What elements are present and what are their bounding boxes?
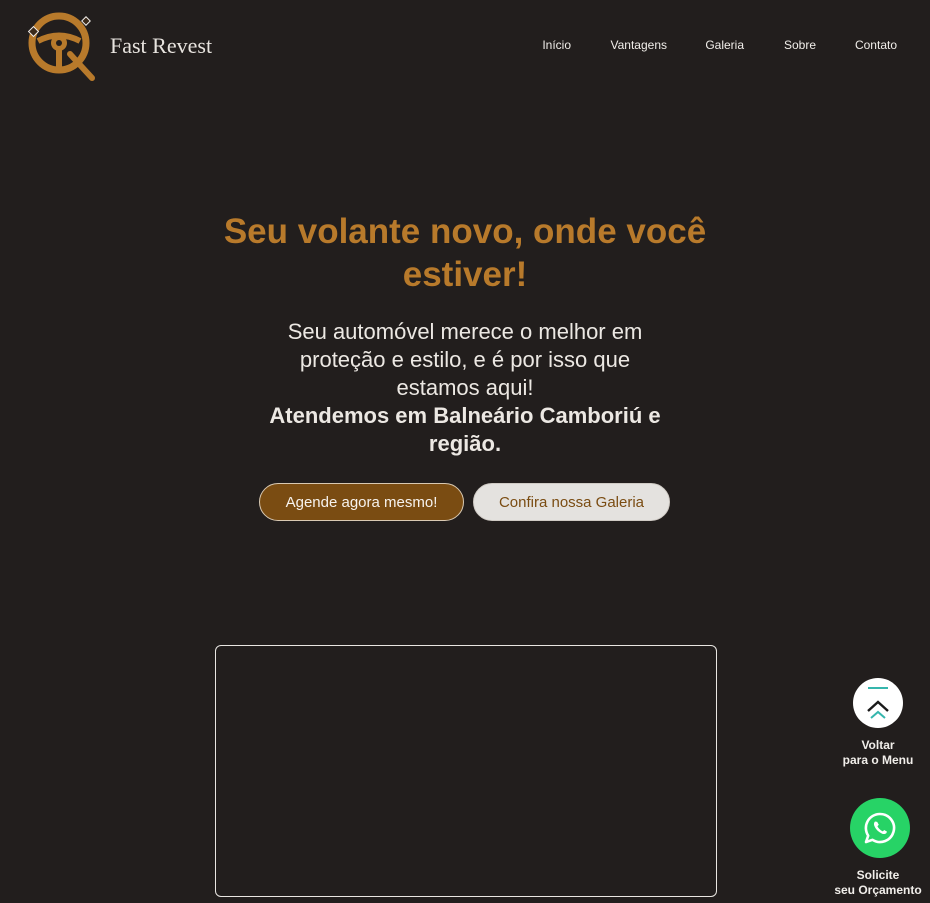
whatsapp-quote-button[interactable] [850,798,910,858]
service-area-text: Atendemos em Balneário Camboriú e região… [235,402,695,458]
hero-title: Seu volante novo, onde você estiver! [165,210,765,296]
page: Fast Revest Início Vantagens Galeria Sob… [0,0,930,903]
nav-link-inicio[interactable]: Início [542,38,571,52]
nav-link-vantagens[interactable]: Vantagens [611,38,668,52]
whatsapp-label-line: Solicite [856,868,900,882]
hero-title-line: Seu volante novo, onde você [223,212,707,251]
whatsapp-icon [864,812,896,844]
hero-subtitle: Seu automóvel merece o melhor em proteçã… [225,318,705,458]
whatsapp-quote-label: Solicite seu Orçamento [822,868,930,898]
hero-subtitle-line: estamos aqui! [396,375,534,400]
hero-subtitle-line: proteção e estilo, e é por isso que [299,347,631,372]
whatsapp-label-line: seu Orçamento [834,883,922,897]
nav-link-contato[interactable]: Contato [855,38,897,52]
back-to-menu-label-line: para o Menu [842,753,914,767]
steering-wheel-logo-icon [27,12,95,81]
brand-name: Fast Revest [110,33,213,58]
view-gallery-button[interactable]: Confira nossa Galeria [473,483,670,521]
back-to-menu-label: Voltar para o Menu [827,738,929,768]
schedule-now-button[interactable]: Agende agora mesmo! [259,483,464,521]
service-area-line: região. [428,431,502,456]
hero-title-line: estiver! [402,255,528,294]
site-header: Fast Revest Início Vantagens Galeria Sob… [0,0,930,92]
hero-subtitle-line: Seu automóvel merece o melhor em [287,319,643,344]
nav-link-galeria[interactable]: Galeria [705,38,744,52]
back-to-menu-label-line: Voltar [861,738,895,752]
logo-link[interactable] [24,8,98,82]
video-frame[interactable] [215,645,717,897]
nav-link-sobre[interactable]: Sobre [784,38,816,52]
chevron-up-icon [867,687,889,719]
service-area-line: Atendemos em Balneário Camboriú e [269,403,661,428]
back-to-menu-button[interactable] [853,678,903,728]
